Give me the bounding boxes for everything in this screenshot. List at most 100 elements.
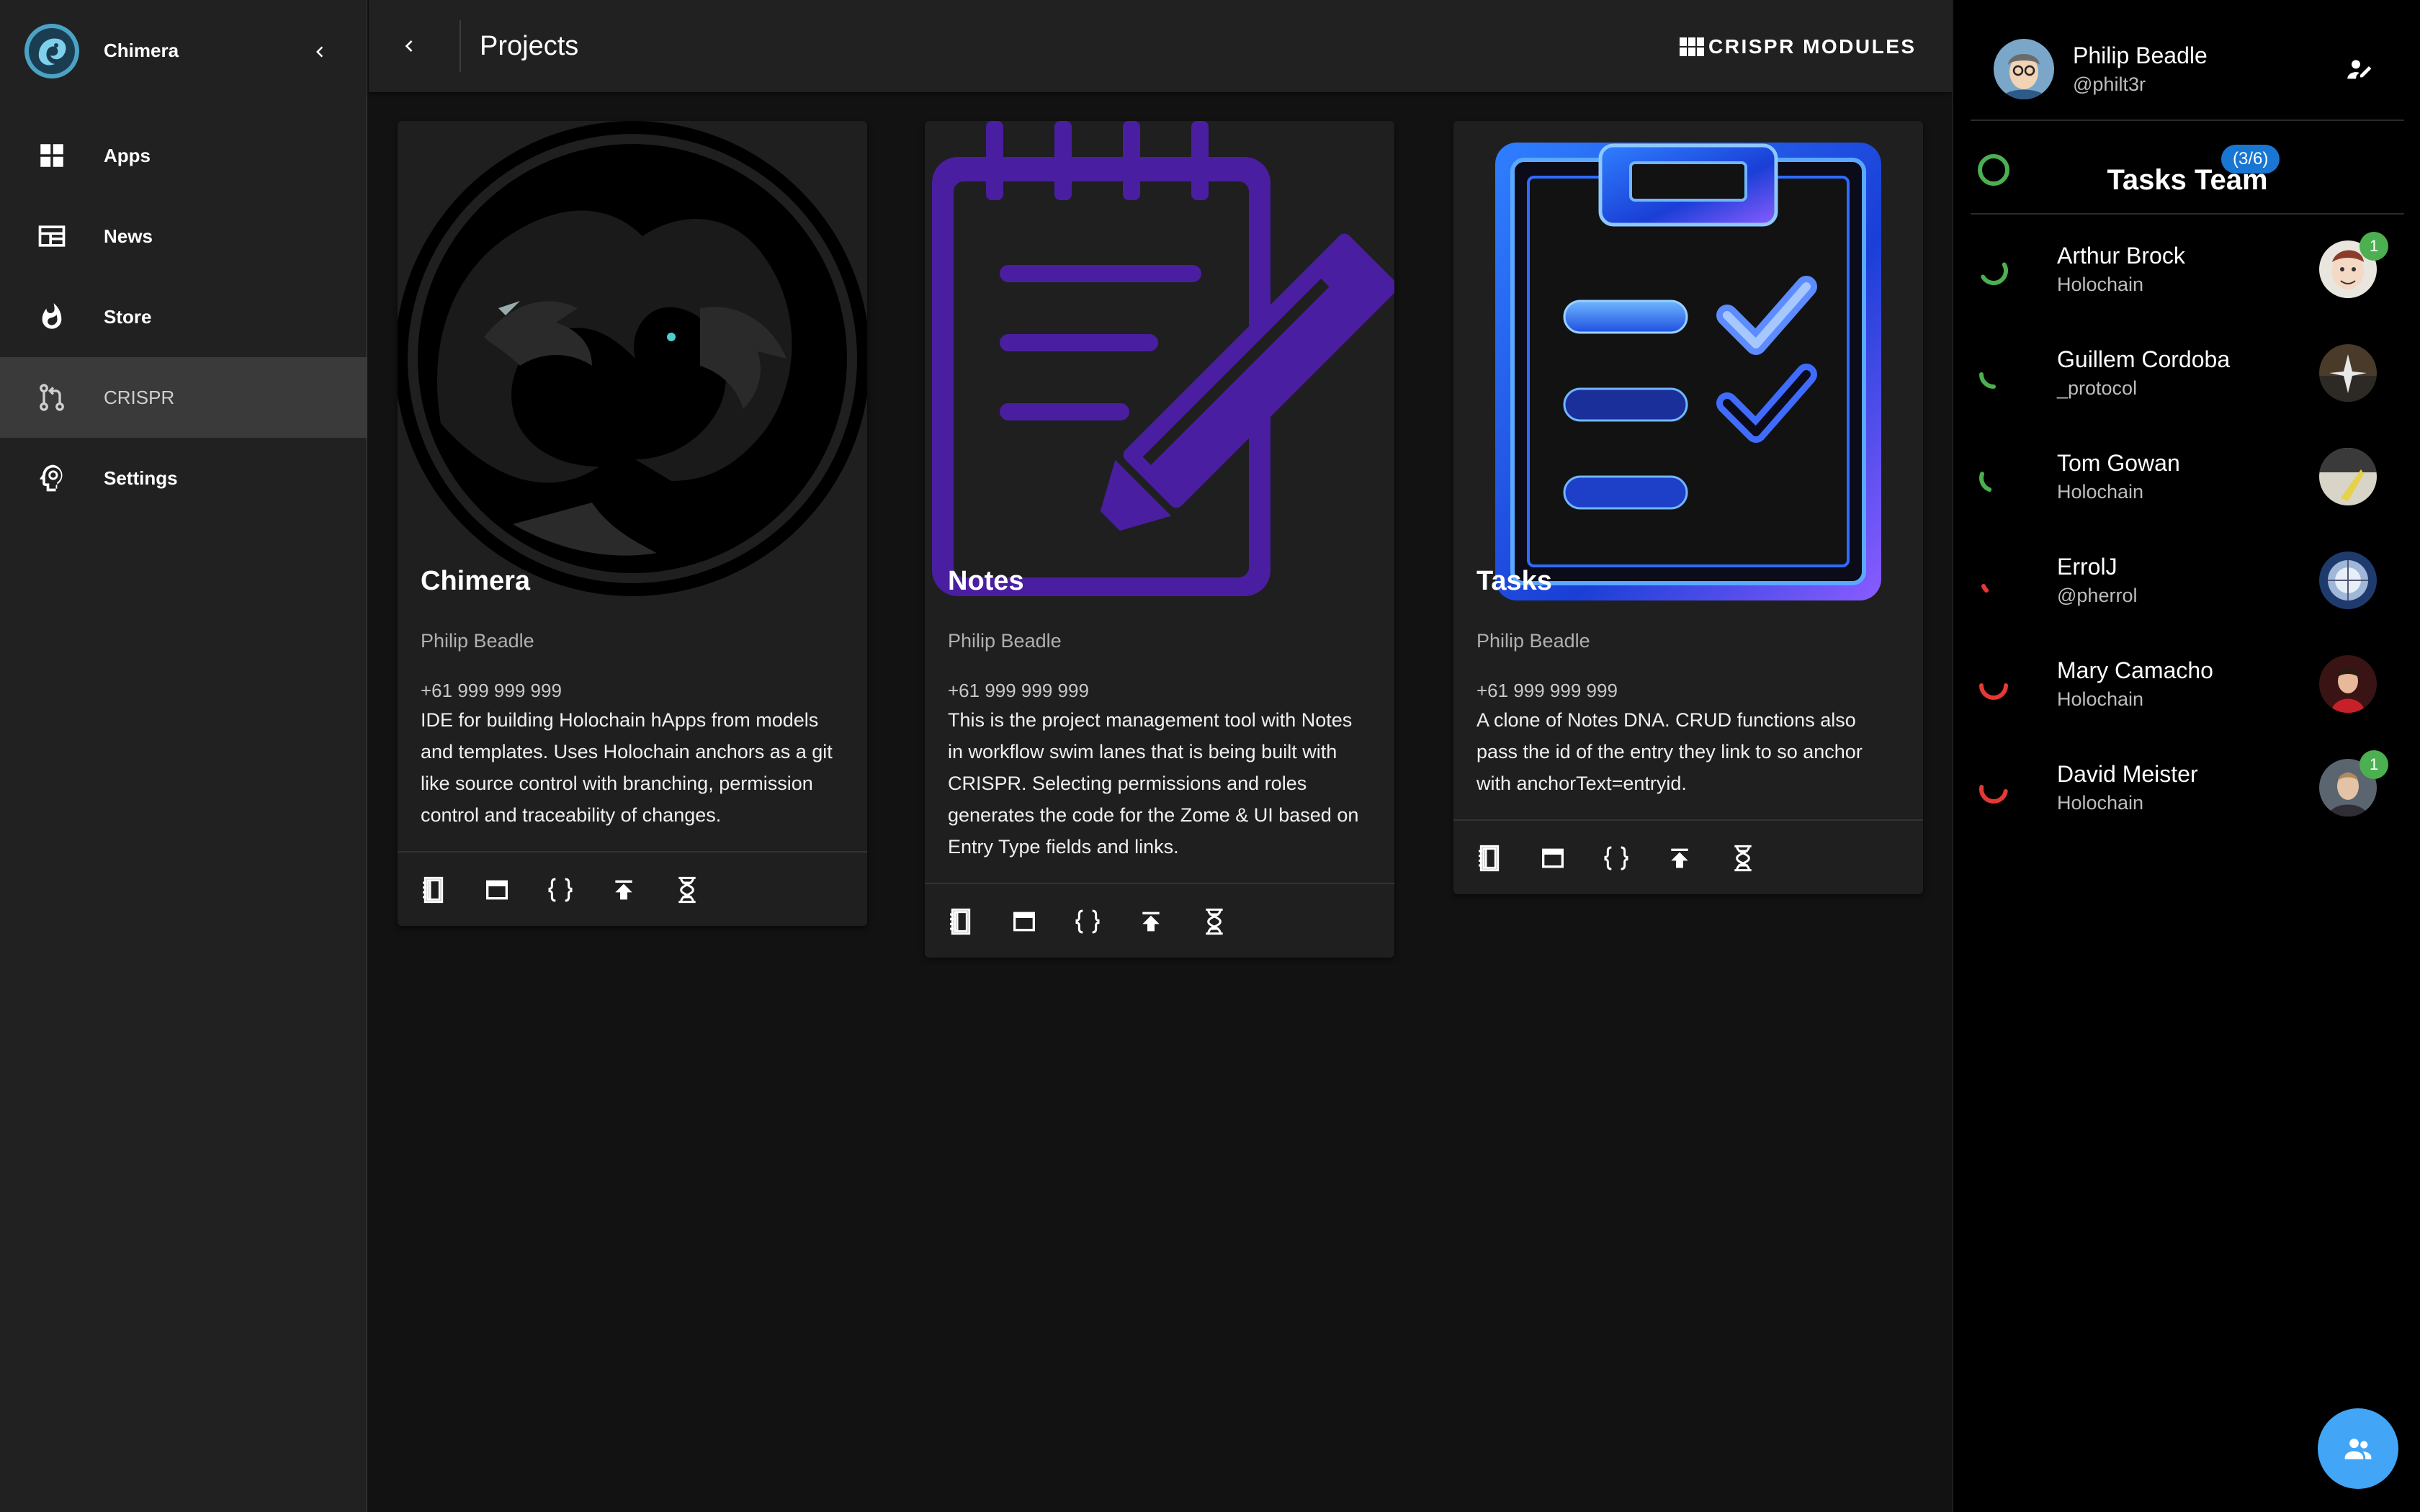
nav-label: Settings xyxy=(104,467,178,489)
member-name: Tom Gowan xyxy=(2057,450,2180,476)
nav-item-crispr[interactable]: CRISPR xyxy=(0,357,367,438)
notebook-button[interactable] xyxy=(1471,840,1508,877)
code-braces-icon xyxy=(548,878,573,902)
card-phone: +61 999 999 999 xyxy=(948,680,1089,701)
window-icon xyxy=(1542,848,1564,868)
clipboard-checklist-image xyxy=(1495,143,1881,600)
nav-label: News xyxy=(104,225,153,247)
member-notification-badge: 1 xyxy=(2360,232,2388,261)
head-gear-icon xyxy=(35,461,69,495)
dna-icon xyxy=(1734,845,1752,872)
divider xyxy=(1971,213,2404,215)
fire-icon xyxy=(35,300,69,334)
code-button[interactable] xyxy=(1597,840,1635,877)
member-avatar xyxy=(2319,552,2377,609)
member-item[interactable]: Arthur Brock Holochain 1 xyxy=(1953,219,2420,323)
card-image: Chimera xyxy=(398,121,867,603)
publish-icon xyxy=(1142,912,1160,932)
code-button[interactable] xyxy=(542,871,579,909)
card-title: Notes xyxy=(948,566,1024,596)
window-button[interactable] xyxy=(1534,840,1572,877)
back-button[interactable] xyxy=(390,27,428,65)
brand-name: Chimera xyxy=(104,40,179,61)
project-card-chimera[interactable]: Chimera Philip Beadle +61 999 999 999 ID… xyxy=(398,121,867,926)
chevron-left-icon xyxy=(316,46,323,58)
window-icon xyxy=(486,880,508,900)
nav-item-settings[interactable]: Settings xyxy=(0,438,367,518)
member-item[interactable]: ErrolJ @pherrol xyxy=(1953,530,2420,634)
team-panel: Philip Beadle @philt3r Tasks Team (3/6) … xyxy=(1952,0,2420,1512)
member-item[interactable]: Tom Gowan Holochain xyxy=(1953,426,2420,530)
card-description: IDE for building Holochain hApps from mo… xyxy=(421,709,833,826)
member-item[interactable]: David Meister Holochain 1 xyxy=(1953,737,2420,841)
dna-button[interactable] xyxy=(1724,840,1762,877)
account-group-icon xyxy=(2344,1439,2372,1459)
team-members-fab[interactable] xyxy=(2318,1408,2398,1489)
dna-button[interactable] xyxy=(668,871,706,909)
notepad-pencil-image xyxy=(932,121,1394,596)
navigation-drawer: Chimera Apps News Store CRISPR Settings xyxy=(0,0,367,1512)
dna-icon xyxy=(1206,908,1223,935)
member-name: Guillem Cordoba xyxy=(2057,346,2231,372)
card-author: Philip Beadle xyxy=(1476,630,1590,652)
card-content: Philip Beadle +61 999 999 999 IDE for bu… xyxy=(398,603,867,851)
team-name: Tasks Team xyxy=(2107,164,2268,196)
status-offline-icon xyxy=(1979,683,2008,700)
member-name: Mary Camacho xyxy=(2057,657,2213,683)
notebook-button[interactable] xyxy=(942,903,980,940)
card-author: Philip Beadle xyxy=(421,630,534,652)
card-author: Philip Beadle xyxy=(948,630,1062,652)
member-subtitle: Holochain xyxy=(2057,688,2144,710)
dna-icon xyxy=(678,876,696,904)
view-module-icon xyxy=(1680,37,1704,56)
publish-button[interactable] xyxy=(605,871,642,909)
code-braces-icon xyxy=(1604,846,1628,870)
card-phone: +61 999 999 999 xyxy=(421,680,562,701)
publish-icon xyxy=(615,880,632,900)
notebook-button[interactable] xyxy=(415,871,452,909)
publish-button[interactable] xyxy=(1132,903,1170,940)
card-actions xyxy=(1453,819,1923,894)
dna-button[interactable] xyxy=(1196,903,1233,940)
edit-profile-button[interactable] xyxy=(2341,50,2378,88)
publish-button[interactable] xyxy=(1661,840,1698,877)
code-button[interactable] xyxy=(1069,903,1106,940)
nav-item-apps[interactable]: Apps xyxy=(0,115,367,196)
card-description: This is the project management tool with… xyxy=(948,709,1359,858)
divider xyxy=(460,20,461,72)
nav-label: Apps xyxy=(104,145,151,166)
project-card-notes[interactable]: Notes Philip Beadle +61 999 999 999 This… xyxy=(925,121,1394,958)
member-subtitle: Holochain xyxy=(2057,274,2144,295)
status-offline-icon xyxy=(1981,584,1989,593)
user-name: Philip Beadle xyxy=(2073,42,2208,68)
card-title: Tasks xyxy=(1476,566,1552,596)
notebook-icon xyxy=(1479,845,1500,872)
status-online-icon xyxy=(1979,472,1992,492)
nav-label: CRISPR xyxy=(104,387,175,408)
chimera-lion-dragon-image xyxy=(398,121,867,596)
account-edit-icon xyxy=(2347,60,2372,79)
window-button[interactable] xyxy=(478,871,516,909)
member-avatar xyxy=(2319,448,2377,505)
project-card-tasks[interactable]: Tasks Philip Beadle +61 999 999 999 A cl… xyxy=(1453,121,1923,894)
nav-label: Store xyxy=(104,306,152,328)
collapse-drawer-button[interactable] xyxy=(302,35,337,69)
member-name: ErrolJ xyxy=(2057,554,2118,580)
card-content: Philip Beadle +61 999 999 999 A clone of… xyxy=(1453,603,1923,819)
card-phone: +61 999 999 999 xyxy=(1476,680,1618,701)
status-offline-icon xyxy=(1979,785,2008,804)
member-item[interactable]: Guillem Cordoba _protocol xyxy=(1953,323,2420,426)
user-avatar[interactable] xyxy=(1994,39,2054,99)
member-name: David Meister xyxy=(2057,761,2198,787)
member-item[interactable]: Mary Camacho Holochain xyxy=(1953,634,2420,737)
window-button[interactable] xyxy=(1005,903,1043,940)
crispr-modules-button[interactable]: CRISPR MODULES xyxy=(1680,29,1917,65)
member-avatar xyxy=(2319,655,2377,713)
team-member-count-badge: (3/6) xyxy=(2221,145,2280,174)
member-subtitle: _protocol xyxy=(2057,377,2138,399)
nav-item-store[interactable]: Store xyxy=(0,276,367,357)
member-name: Arthur Brock xyxy=(2057,243,2185,269)
member-avatar xyxy=(2319,344,2377,402)
code-braces-icon xyxy=(1075,909,1100,934)
nav-item-news[interactable]: News xyxy=(0,196,367,276)
